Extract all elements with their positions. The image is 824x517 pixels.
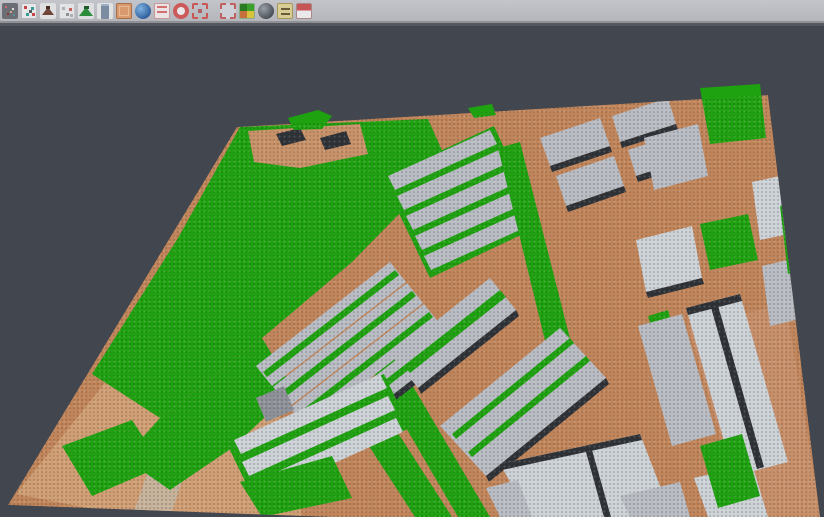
point-cloud-scene [0, 26, 824, 517]
blue-sphere-icon[interactable] [135, 3, 151, 19]
trees-right-middle [700, 214, 758, 270]
orange-square-icon[interactable] [116, 3, 132, 19]
brown-terrain-icon[interactable] [40, 3, 56, 19]
red-ring-icon[interactable] [173, 3, 189, 19]
dark-sphere-icon[interactable] [258, 3, 274, 19]
green-terrain-icon[interactable] [78, 3, 94, 19]
roof-right-edge [752, 174, 798, 240]
toolbar-separator [211, 3, 217, 19]
blue-panel-icon[interactable] [97, 3, 113, 19]
colored-points-icon[interactable] [21, 3, 37, 19]
light-points-icon[interactable] [59, 3, 75, 19]
3d-viewport[interactable] [0, 23, 824, 517]
toolbar [0, 0, 824, 23]
trees-northeast [700, 84, 766, 144]
pale-patch-forest [96, 164, 180, 230]
framed-view-icon[interactable] [220, 3, 236, 19]
yellow-note-icon[interactable] [277, 3, 293, 19]
red-tool-icon[interactable] [296, 3, 312, 19]
red-brackets-icon[interactable] [192, 3, 208, 19]
classification-icon[interactable] [239, 3, 255, 19]
dark-points-icon[interactable] [2, 3, 18, 19]
application-window [0, 0, 824, 517]
red-list-icon[interactable] [154, 3, 170, 19]
